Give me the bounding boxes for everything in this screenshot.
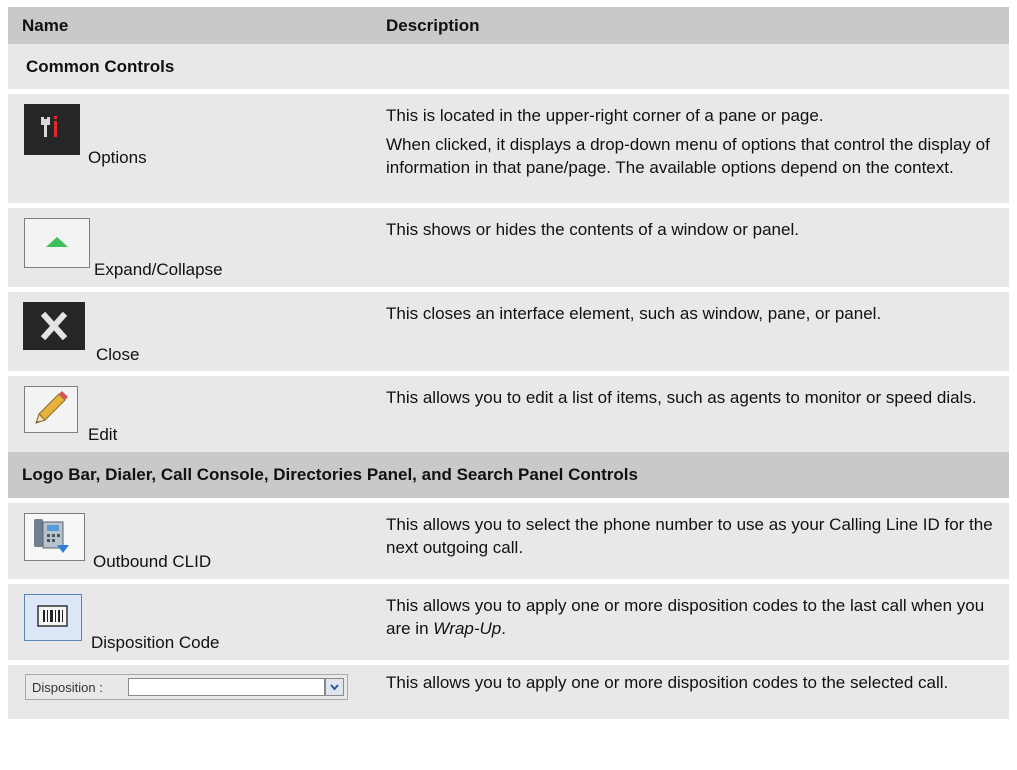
table-row-options: Options This is located in the upper-rig… bbox=[8, 94, 1009, 203]
name-cell: Edit bbox=[8, 376, 370, 452]
options-icon bbox=[24, 104, 80, 155]
description-text: This allows you to apply one or more dis… bbox=[386, 594, 999, 640]
phone-dropdown-icon bbox=[24, 513, 85, 561]
disposition-dropdown: Disposition : bbox=[25, 674, 348, 700]
description-cell: This allows you to select the phone numb… bbox=[370, 503, 1009, 579]
table-header: Name Description bbox=[8, 7, 1009, 44]
section-title: Common Controls bbox=[26, 57, 175, 76]
control-name: Edit bbox=[88, 425, 118, 444]
description-text: When clicked, it displays a drop-down me… bbox=[386, 135, 990, 177]
name-cell: Close bbox=[8, 292, 370, 371]
disposition-label: Disposition : bbox=[32, 679, 103, 695]
description-emphasis: Wrap-Up bbox=[433, 619, 502, 638]
name-cell: Expand/Collapse bbox=[8, 208, 370, 287]
description-text: This allows you to edit a list of items,… bbox=[386, 388, 977, 407]
description-text: This allows you to select the phone numb… bbox=[386, 515, 993, 557]
description-cell: This allows you to apply one or more dis… bbox=[370, 665, 1009, 719]
close-icon bbox=[23, 302, 85, 350]
control-name: Expand/Collapse bbox=[94, 260, 223, 279]
table-row-expand-collapse: Expand/Collapse This shows or hides the … bbox=[8, 208, 1009, 287]
name-cell: Disposition Code bbox=[8, 584, 370, 660]
control-name: Close bbox=[96, 345, 140, 364]
control-name: Options bbox=[88, 148, 147, 167]
description-post: . bbox=[501, 619, 506, 638]
description-cell: This shows or hides the contents of a wi… bbox=[370, 208, 1009, 287]
header-name: Name bbox=[22, 16, 69, 35]
control-name: Outbound CLID bbox=[93, 552, 212, 571]
section-title: Logo Bar, Dialer, Call Console, Director… bbox=[22, 465, 638, 484]
control-name: Disposition Code bbox=[91, 633, 220, 652]
section-title-logo-bar: Logo Bar, Dialer, Call Console, Director… bbox=[8, 452, 1009, 498]
name-cell: Outbound CLID bbox=[8, 503, 370, 579]
table-row-close: Close This closes an interface element, … bbox=[8, 292, 1009, 371]
description-cell: This allows you to apply one or more dis… bbox=[370, 584, 1009, 660]
table-row-outbound-clid: Outbound CLID This allows you to select … bbox=[8, 503, 1009, 579]
table-row-disposition-dropdown: Disposition : This allows you to apply o… bbox=[8, 665, 1009, 719]
barcode-icon bbox=[24, 594, 82, 641]
description-cell: This is located in the upper-right corne… bbox=[370, 94, 1009, 203]
disposition-input bbox=[128, 678, 325, 696]
description-text: This shows or hides the contents of a wi… bbox=[386, 220, 799, 239]
table-row-edit: Edit This allows you to edit a list of i… bbox=[8, 376, 1009, 452]
header-description: Description bbox=[386, 16, 480, 35]
section-title-common: Common Controls bbox=[8, 44, 1009, 89]
chevron-down-icon bbox=[325, 678, 344, 696]
table-row-disposition-code: Disposition Code This allows you to appl… bbox=[8, 584, 1009, 660]
name-cell: Options bbox=[8, 94, 370, 203]
description-text: This is located in the upper-right corne… bbox=[386, 106, 824, 125]
description-text: This closes an interface element, such a… bbox=[386, 304, 882, 323]
name-cell: Disposition : bbox=[8, 665, 370, 719]
description-text: This allows you to apply one or more dis… bbox=[386, 673, 949, 692]
description-cell: This closes an interface element, such a… bbox=[370, 292, 1009, 371]
controls-table: Name Description Common Controls Options… bbox=[8, 7, 1009, 719]
expand-collapse-icon bbox=[24, 218, 90, 268]
description-cell: This allows you to edit a list of items,… bbox=[370, 376, 1009, 452]
pencil-icon bbox=[24, 386, 78, 433]
